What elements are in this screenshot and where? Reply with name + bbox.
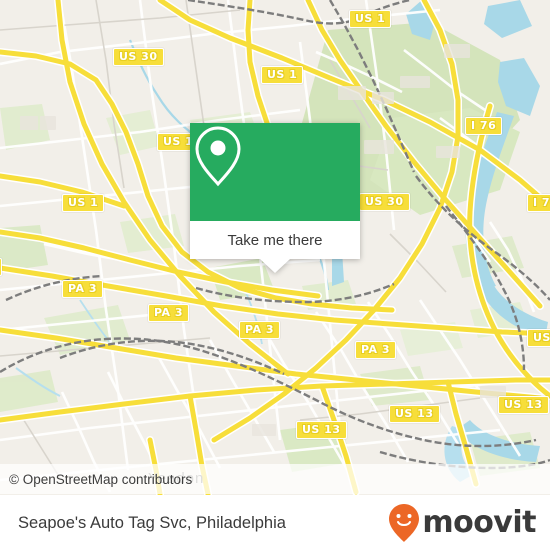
pa-3-shield-left[interactable]: PA 3 <box>62 280 104 298</box>
us-1-shield-left[interactable]: US 1 <box>62 194 105 212</box>
us-1-shield-top-right[interactable]: US 1 <box>349 10 392 28</box>
footer-bar: Seapoe's Auto Tag Svc, Philadelphia moov… <box>0 495 550 550</box>
us-30-shield-center[interactable]: US 30 <box>359 193 410 211</box>
us-shield-right-edge[interactable]: US <box>527 329 550 347</box>
moovit-wordmark: moovit <box>422 505 536 540</box>
i-76-shield-right-edge[interactable]: I 76 <box>527 194 550 212</box>
take-me-there-label: Take me there <box>227 231 323 249</box>
map-canvas[interactable]: Yeadon US 30 US 1 US 1 US 1 I 76 I 76 US… <box>0 0 550 495</box>
card-pointer-tail <box>260 259 290 273</box>
moovit-pin-icon <box>389 504 420 542</box>
pa-3-shield-center[interactable]: PA 3 <box>239 321 281 339</box>
card-header <box>190 123 360 221</box>
take-me-there-card[interactable]: Take me there <box>190 123 360 273</box>
attribution-bar: © OpenStreetMap contributors <box>0 464 550 494</box>
us-1-shield-top-center[interactable]: US 1 <box>261 66 304 84</box>
pa-3-shield-center-left[interactable]: PA 3 <box>148 304 190 322</box>
osm-attribution-text[interactable]: © OpenStreetMap contributors <box>0 472 192 487</box>
us-30-shield-top-left[interactable]: US 30 <box>113 48 164 66</box>
map-screenshot: Yeadon US 30 US 1 US 1 US 1 I 76 I 76 US… <box>0 0 550 550</box>
i-76-shield-upper-right[interactable]: I 76 <box>465 117 503 135</box>
us-13-shield-center[interactable]: US 13 <box>389 405 440 423</box>
moovit-logo[interactable]: moovit <box>388 503 550 543</box>
us-13-shield-left[interactable]: US 13 <box>296 421 347 439</box>
location-title: Seapoe's Auto Tag Svc, Philadelphia <box>18 513 286 532</box>
map-pin-icon <box>195 126 241 187</box>
pa-3-shield-center-right[interactable]: PA 3 <box>355 341 397 359</box>
card-body[interactable]: Take me there <box>190 221 360 259</box>
us-13-shield-right[interactable]: US 13 <box>498 396 549 414</box>
shield-left-edge-cut[interactable] <box>0 258 2 276</box>
